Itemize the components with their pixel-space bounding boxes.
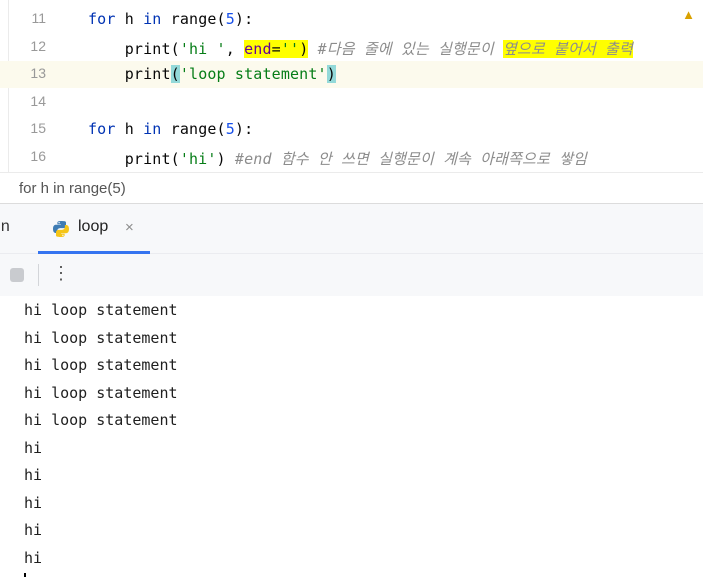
console-line: hi loop statement [24, 383, 178, 402]
console-line: hi loop statement [24, 411, 178, 429]
python-icon [53, 221, 69, 237]
code-line[interactable]: 13 print('loop statement') [0, 61, 703, 88]
console-line: hi [24, 493, 43, 512]
code-token: ): [234, 10, 254, 28]
code-token: '' [280, 39, 300, 58]
code-text: print('loop statement') [88, 65, 336, 83]
run-tool-window-header: un loop × [0, 204, 703, 254]
tab-label: loop [78, 218, 109, 235]
console-line: hi [24, 438, 43, 457]
code-token: print [88, 65, 171, 83]
tab-loop[interactable]: loop × [38, 204, 150, 254]
code-token: #다음 줄에 있는 실행문이 [317, 39, 503, 58]
code-token: range( [161, 120, 226, 138]
run-toolbar: ⋮ [0, 254, 703, 296]
console-line: hi loop statement [24, 356, 178, 374]
more-options-icon[interactable]: ⋮ [52, 263, 70, 283]
code-token: 옆으로 붙어서 출력 [502, 39, 633, 58]
code-token: for [88, 120, 116, 138]
code-line[interactable]: 14 [0, 89, 703, 116]
line-number: 12 [30, 37, 46, 54]
code-editor[interactable]: 11 for h in range(5): 12 print('hi ', end=… [0, 0, 703, 172]
code-token: 'hi ' [179, 39, 226, 58]
code-token: print( [88, 39, 180, 58]
tool-window-title: un [0, 218, 10, 235]
code-token: ( [170, 65, 180, 83]
line-number: 14 [30, 92, 46, 109]
code-line[interactable]: 12 print('hi ', end='') #다음 줄에 있는 실행문이 옆… [0, 34, 703, 61]
code-token: end [244, 39, 272, 58]
code-token: ) [216, 149, 235, 168]
code-token: h [115, 120, 144, 138]
code-token: for [88, 10, 116, 28]
close-icon[interactable]: × [125, 219, 134, 236]
line-number: 16 [30, 147, 46, 164]
toolbar-divider [38, 264, 39, 286]
code-line[interactable]: 11 for h in range(5): [0, 6, 703, 33]
code-token: range( [161, 10, 226, 28]
line-number: 13 [30, 65, 46, 81]
code-text: print('hi ', end='') #다음 줄에 있는 실행문이 옆으로 … [88, 38, 633, 59]
code-token: ) [326, 65, 336, 83]
code-token: 5 [225, 10, 235, 28]
code-token: = [271, 39, 281, 58]
code-token: print( [88, 149, 180, 168]
code-line[interactable]: 16 print('hi') #end 함수 안 쓰면 실행문이 계속 아래쪽으… [0, 144, 703, 171]
code-token: , [225, 39, 245, 58]
code-token: in [143, 120, 162, 138]
code-token: ) [299, 39, 309, 58]
breadcrumb[interactable]: for h in range(5) [0, 172, 703, 204]
code-text: for h in range(5): [88, 10, 253, 28]
code-token: ): [234, 120, 254, 138]
code-text: for h in range(5): [88, 120, 253, 138]
console-output[interactable]: hi loop statement hi loop statement hi loo… [0, 296, 703, 577]
console-line: hi [24, 548, 43, 567]
warning-triangle-icon[interactable]: ▲ [682, 7, 695, 22]
code-token: 'loop statement' [179, 65, 327, 83]
code-token: h [115, 10, 144, 28]
breadcrumb-item[interactable]: for h in range(5) [19, 180, 126, 197]
console-line: hi loop statement [24, 328, 178, 347]
console-line: hi [24, 521, 43, 539]
code-token: #end 함수 안 쓰면 실행문이 계속 아래쪽으로 쌓임 [234, 149, 588, 168]
line-number: 15 [30, 120, 46, 136]
code-token: in [143, 10, 162, 28]
line-number: 11 [31, 10, 46, 26]
stop-icon[interactable] [10, 268, 24, 282]
code-text: print('hi') #end 함수 안 쓰면 실행문이 계속 아래쪽으로 쌓… [88, 148, 587, 169]
console-line: hi loop statement [24, 301, 178, 319]
text-caret [24, 573, 26, 577]
code-line[interactable]: 15 for h in range(5): [0, 116, 703, 143]
console-line: hi [24, 466, 43, 484]
code-token: 5 [225, 120, 235, 138]
code-token: 'hi' [179, 149, 217, 168]
